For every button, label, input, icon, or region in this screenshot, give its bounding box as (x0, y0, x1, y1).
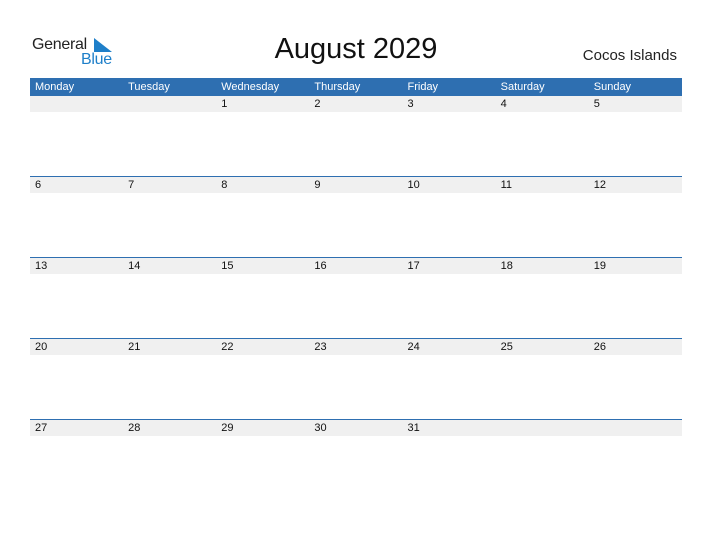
day-cell: 7 (128, 179, 135, 191)
day-cell: 20 (35, 341, 48, 353)
day-cell (30, 96, 123, 112)
day-cell: 9 (314, 179, 321, 191)
weekday-tuesday: Tuesday (128, 81, 170, 93)
day-cell: 10 (407, 179, 420, 191)
day-cell: 11 (500, 179, 513, 191)
day-cell: 29 (221, 422, 234, 434)
day-cell: 2 (314, 98, 321, 110)
day-cell: 8 (221, 179, 228, 191)
day-cell: 24 (407, 341, 420, 353)
weekday-friday: Friday (407, 81, 439, 93)
day-cell: 25 (500, 341, 513, 353)
weekday-saturday: Saturday (500, 81, 545, 93)
country-label: Cocos Islands (582, 47, 677, 64)
date-row: 20 21 22 23 24 25 26 (30, 339, 682, 355)
week-row: 6 7 8 9 10 11 12 (30, 176, 682, 257)
day-cell: 15 (221, 260, 234, 272)
day-cell: 27 (35, 422, 48, 434)
week-row: 27 28 29 30 31 (30, 419, 682, 500)
day-cell (589, 420, 682, 436)
day-cell (496, 420, 589, 436)
day-cell: 19 (593, 260, 606, 272)
weekday-wednesday: Wednesday (221, 81, 280, 93)
week-row: 20 21 22 23 24 25 26 (30, 338, 682, 419)
day-cell: 28 (128, 422, 141, 434)
date-row: 6 7 8 9 10 11 12 (30, 177, 682, 193)
date-row: 13 14 15 16 17 18 19 (30, 258, 682, 274)
day-cell: 16 (314, 260, 327, 272)
week-row: 1 2 3 4 5 (30, 96, 682, 176)
week-row: 13 14 15 16 17 18 19 (30, 257, 682, 338)
week-divider: 27 28 29 30 31 (30, 419, 682, 436)
day-cell: 12 (593, 179, 606, 191)
day-cell: 22 (221, 341, 234, 353)
day-cell: 1 (221, 98, 228, 110)
day-cell: 17 (407, 260, 420, 272)
day-cell: 31 (407, 422, 420, 434)
week-divider: 6 7 8 9 10 11 12 (30, 176, 682, 193)
day-cell: 14 (128, 260, 141, 272)
day-cell: 21 (128, 341, 141, 353)
week-divider: 20 21 22 23 24 25 26 (30, 338, 682, 355)
week-divider: 13 14 15 16 17 18 19 (30, 257, 682, 274)
day-cell: 23 (314, 341, 327, 353)
day-cell: 4 (500, 98, 507, 110)
day-cell: 18 (500, 260, 513, 272)
weekday-header: Monday Tuesday Wednesday Thursday Friday… (30, 78, 682, 96)
day-cell: 26 (593, 341, 606, 353)
weekday-sunday: Sunday (593, 81, 632, 93)
week-divider: 1 2 3 4 5 (30, 96, 682, 112)
weekday-monday: Monday (35, 81, 75, 93)
day-cell: 5 (593, 98, 600, 110)
day-cell (123, 96, 216, 112)
date-row: 27 28 29 30 31 (30, 420, 682, 436)
day-cell: 30 (314, 422, 327, 434)
date-row: 1 2 3 4 5 (30, 96, 682, 112)
weekday-thursday: Thursday (314, 81, 361, 93)
day-cell: 13 (35, 260, 48, 272)
calendar-grid: Monday Tuesday Wednesday Thursday Friday… (30, 78, 682, 500)
day-cell: 6 (35, 179, 42, 191)
day-cell: 3 (407, 98, 414, 110)
